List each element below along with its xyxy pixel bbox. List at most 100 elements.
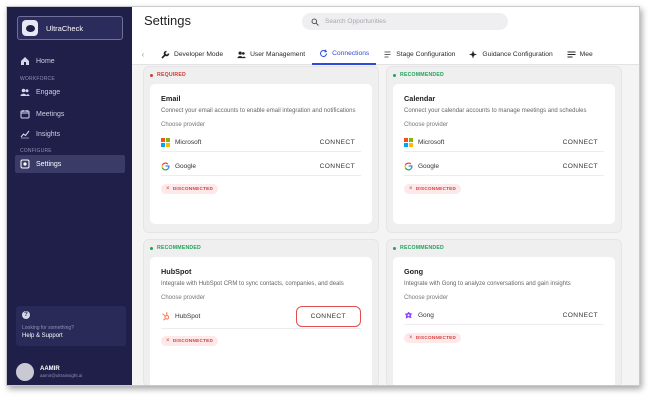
- page-title: Settings: [144, 13, 191, 28]
- connect-hubspot-button[interactable]: CONNECT: [295, 305, 361, 327]
- google-icon: [161, 161, 170, 171]
- section-label-workforce: WORKFORCE: [20, 76, 55, 82]
- user-email: aamir@ultrainsight.ai: [40, 373, 83, 378]
- google-icon: [404, 161, 413, 171]
- provider-row-google: Google CONNECT: [404, 158, 604, 176]
- hubspot-icon: [161, 311, 170, 321]
- help-support-box[interactable]: ? Looking for something? Help & Support: [16, 306, 126, 346]
- provider-row-hubspot: HubSpot CONNECT: [161, 305, 361, 329]
- search-input[interactable]: Search Opportunities: [302, 13, 508, 30]
- chart-icon: [20, 129, 30, 139]
- sparkle-icon: [469, 50, 478, 59]
- brand-switcher[interactable]: UltraCheck: [17, 16, 123, 40]
- section-label-configure: CONFIGURE: [20, 148, 52, 154]
- tab-label: Developer Mode: [174, 50, 224, 58]
- choose-provider-label: Choose provider: [161, 294, 206, 301]
- card-title: Gong: [404, 267, 424, 276]
- tab-guidance-configuration[interactable]: Guidance Configuration: [462, 43, 559, 65]
- status-badge: × DISCONNECTED: [404, 332, 462, 343]
- card-description: Integrate with HubSpot CRM to sync conta…: [161, 281, 344, 287]
- calendar-connection-panel: RECOMMENDED Calendar Connect your calend…: [386, 66, 622, 233]
- user-profile[interactable]: AAMIR aamir@ultrainsight.ai: [16, 363, 82, 381]
- sidebar-item-label: Home: [36, 57, 55, 65]
- card-title: Calendar: [404, 94, 436, 103]
- tab-label: Connections: [332, 49, 370, 57]
- home-icon: [20, 56, 30, 66]
- connect-gong-button[interactable]: CONNECT: [557, 309, 604, 322]
- menu-icon: [567, 50, 576, 59]
- connect-google-button[interactable]: CONNECT: [557, 160, 604, 173]
- tab-label: Mee: [579, 50, 593, 58]
- choose-provider-label: Choose provider: [161, 121, 206, 128]
- sidebar-item-label: Insights: [36, 130, 61, 138]
- sidebar-item-engage[interactable]: Engage: [15, 83, 125, 101]
- recommended-tag: RECOMMENDED: [150, 245, 201, 251]
- provider-row-google: Google CONNECT: [161, 158, 361, 176]
- connect-google-button[interactable]: CONNECT: [314, 160, 361, 173]
- app-window: UltraCheck Home WORKFORCE Engage Meeting…: [6, 6, 640, 386]
- connect-microsoft-button[interactable]: CONNECT: [314, 136, 361, 149]
- close-icon: ×: [166, 185, 170, 192]
- help-icon: ?: [22, 311, 30, 319]
- tab-meetings[interactable]: Mee: [560, 43, 600, 65]
- sidebar-item-settings[interactable]: Settings: [15, 155, 125, 173]
- main-content: Settings Search Opportunities ‹ Develope…: [132, 7, 639, 385]
- connect-microsoft-button[interactable]: CONNECT: [557, 136, 604, 149]
- calendar-card: Calendar Connect your calendar accounts …: [393, 84, 615, 224]
- hubspot-connection-panel: RECOMMENDED HubSpot Integrate with HubSp…: [143, 239, 379, 385]
- tab-label: User Management: [250, 50, 306, 58]
- close-icon: ×: [409, 334, 413, 341]
- search-icon: [311, 18, 319, 26]
- sidebar-item-insights[interactable]: Insights: [15, 125, 125, 143]
- users-icon: [237, 50, 246, 59]
- required-tag: REQUIRED: [150, 72, 186, 78]
- search-placeholder: Search Opportunities: [325, 18, 387, 25]
- status-badge: × DISCONNECTED: [161, 335, 219, 346]
- provider-name: HubSpot: [175, 312, 201, 320]
- tab-connections[interactable]: Connections: [312, 43, 377, 65]
- provider-name: Microsoft: [418, 138, 445, 146]
- sidebar-item-home[interactable]: Home: [15, 52, 125, 70]
- tab-developer-mode[interactable]: Developer Mode: [154, 43, 230, 65]
- provider-row-microsoft: Microsoft CONNECT: [161, 134, 361, 152]
- close-icon: ×: [166, 337, 170, 344]
- provider-row-gong: Gong CONNECT: [404, 307, 604, 325]
- sidebar-item-label: Meetings: [36, 110, 65, 118]
- provider-name: Microsoft: [175, 138, 202, 146]
- calendar-icon: [20, 109, 30, 119]
- tab-stage-configuration[interactable]: Stage Configuration: [376, 43, 462, 65]
- help-subtitle: Looking for something?: [22, 325, 74, 331]
- user-name: AAMIR: [40, 366, 60, 372]
- card-title: HubSpot: [161, 267, 192, 276]
- gong-card: Gong Integrate with Gong to analyze conv…: [393, 257, 615, 385]
- sidebar-item-meetings[interactable]: Meetings: [15, 105, 125, 123]
- document-icon: [383, 50, 392, 59]
- sidebar-item-label: Settings: [36, 160, 62, 168]
- card-title: Email: [161, 94, 181, 103]
- tab-label: Stage Configuration: [396, 50, 456, 58]
- refresh-icon: [319, 48, 328, 58]
- choose-provider-label: Choose provider: [404, 294, 449, 301]
- header: Settings Search Opportunities ‹ Develope…: [132, 7, 639, 65]
- tab-user-management[interactable]: User Management: [230, 43, 312, 65]
- wrench-icon: [161, 50, 170, 59]
- provider-name: Gong: [418, 311, 434, 319]
- gong-icon: [404, 311, 413, 320]
- provider-name: Google: [418, 162, 439, 170]
- hubspot-card: HubSpot Integrate with HubSpot CRM to sy…: [150, 257, 372, 385]
- provider-row-microsoft: Microsoft CONNECT: [404, 134, 604, 152]
- users-icon: [20, 87, 30, 97]
- gear-icon: [20, 159, 30, 169]
- avatar: [16, 363, 34, 381]
- chevron-left-icon[interactable]: ‹: [132, 50, 154, 59]
- help-title: Help & Support: [22, 333, 63, 339]
- status-badge: × DISCONNECTED: [404, 183, 462, 194]
- choose-provider-label: Choose provider: [404, 121, 449, 128]
- card-description: Integrate with Gong to analyze conversat…: [404, 281, 571, 287]
- microsoft-icon: [161, 137, 170, 147]
- gong-connection-panel: RECOMMENDED Gong Integrate with Gong to …: [386, 239, 622, 385]
- recommended-tag: RECOMMENDED: [393, 245, 444, 251]
- settings-tabs: ‹ Developer Mode User Management Connect…: [132, 43, 639, 65]
- close-icon: ×: [409, 185, 413, 192]
- email-connection-panel: REQUIRED Email Connect your email accoun…: [143, 66, 379, 233]
